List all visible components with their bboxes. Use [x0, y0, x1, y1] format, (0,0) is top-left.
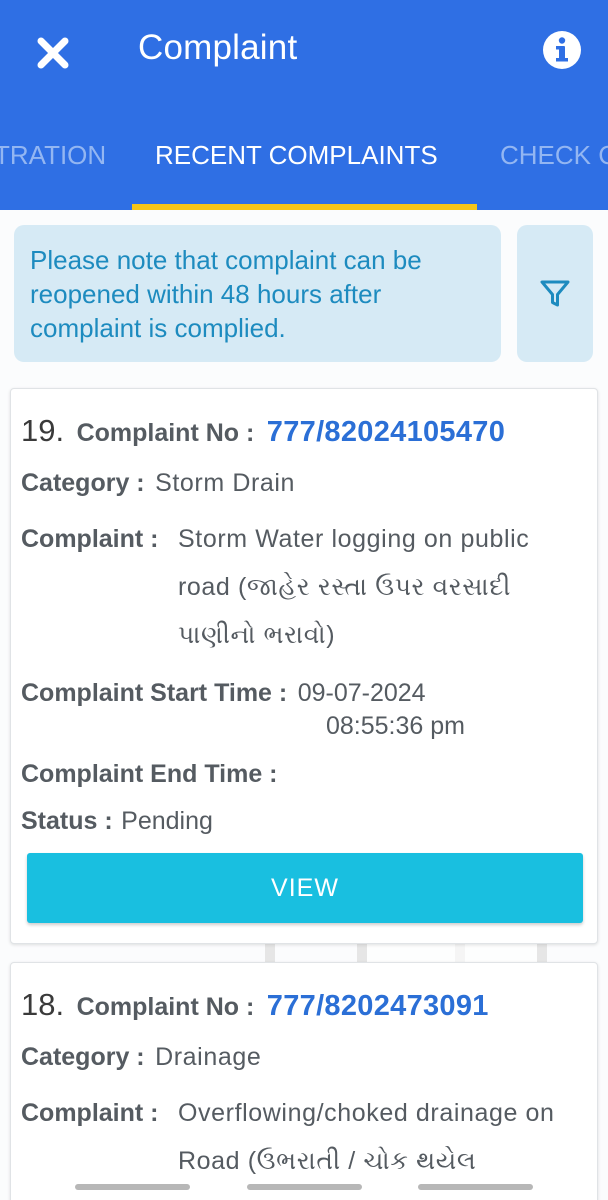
start-time-row: Complaint Start Time : 09-07-2024 [21, 679, 426, 708]
close-button[interactable] [30, 30, 76, 76]
info-button[interactable] [540, 28, 584, 72]
start-time-value: 08:55:36 pm [326, 712, 465, 740]
complaint-number: 777/82024105470 [266, 416, 506, 448]
complaint-index: 19. [21, 413, 65, 448]
complaint-card: 19. Complaint No : 777/82024105470 Categ… [10, 388, 598, 944]
filter-icon [540, 280, 570, 306]
view-button[interactable]: VIEW [27, 853, 583, 923]
category-row: Category : Storm Drain [21, 469, 295, 498]
category-label: Category : [21, 469, 145, 497]
complaint-no-label: Complaint No : [76, 419, 255, 447]
complaint-description: Overflowing/choked drainage on Road (ઉભર… [178, 1099, 555, 1175]
info-icon [543, 31, 581, 69]
filter-button[interactable] [517, 225, 593, 362]
tab-bar: TRATION RECENT COMPLAINTS CHECK C [0, 110, 608, 210]
complaint-card: 18. Complaint No : 777/8202473091 Catego… [10, 962, 598, 1200]
complaint-number: 777/8202473091 [266, 990, 489, 1022]
end-time-label: Complaint End Time : [21, 760, 278, 788]
start-date-value: 09-07-2024 [297, 679, 426, 707]
status-row: Status : Pending [21, 807, 213, 836]
end-time-row: Complaint End Time : [21, 760, 284, 789]
app-bar: Complaint TRATION RECENT COMPLAINTS CHEC… [0, 0, 608, 210]
complaint-label-row: Complaint : [21, 525, 159, 554]
category-value: Storm Drain [155, 469, 296, 497]
status-value: Pending [121, 807, 213, 835]
category-row: Category : Drainage [21, 1043, 261, 1072]
scroll-handle[interactable] [418, 1184, 533, 1190]
complaint-label: Complaint : [21, 525, 159, 553]
close-icon [37, 37, 69, 69]
complaint-label-row: Complaint : [21, 1099, 159, 1128]
category-value: Drainage [155, 1043, 262, 1071]
complaint-header: 19. Complaint No : 777/82024105470 [21, 413, 505, 449]
app-screen: Complaint TRATION RECENT COMPLAINTS CHEC… [0, 0, 608, 1200]
reopen-notice: Please note that complaint can be reopen… [14, 225, 501, 362]
start-time-label: Complaint Start Time : [21, 679, 288, 707]
complaint-index: 18. [21, 987, 65, 1022]
category-label: Category : [21, 1043, 145, 1071]
scroll-handle[interactable] [75, 1184, 190, 1190]
tab-registration[interactable]: TRATION [0, 140, 106, 180]
start-time-value-row: 08:55:36 pm [326, 712, 465, 741]
page-title: Complaint [138, 28, 298, 67]
complaint-description: Storm Water logging on public road (જાહે… [178, 525, 530, 649]
complaint-header: 18. Complaint No : 777/8202473091 [21, 987, 489, 1023]
tab-recent-complaints[interactable]: RECENT COMPLAINTS [155, 140, 438, 180]
tab-check-complaint[interactable]: CHECK C [500, 140, 608, 180]
tab-active-indicator [132, 204, 477, 210]
status-label: Status : [21, 807, 113, 835]
complaint-no-label: Complaint No : [76, 993, 255, 1021]
scroll-handle[interactable] [247, 1184, 362, 1190]
complaint-label: Complaint : [21, 1099, 159, 1127]
